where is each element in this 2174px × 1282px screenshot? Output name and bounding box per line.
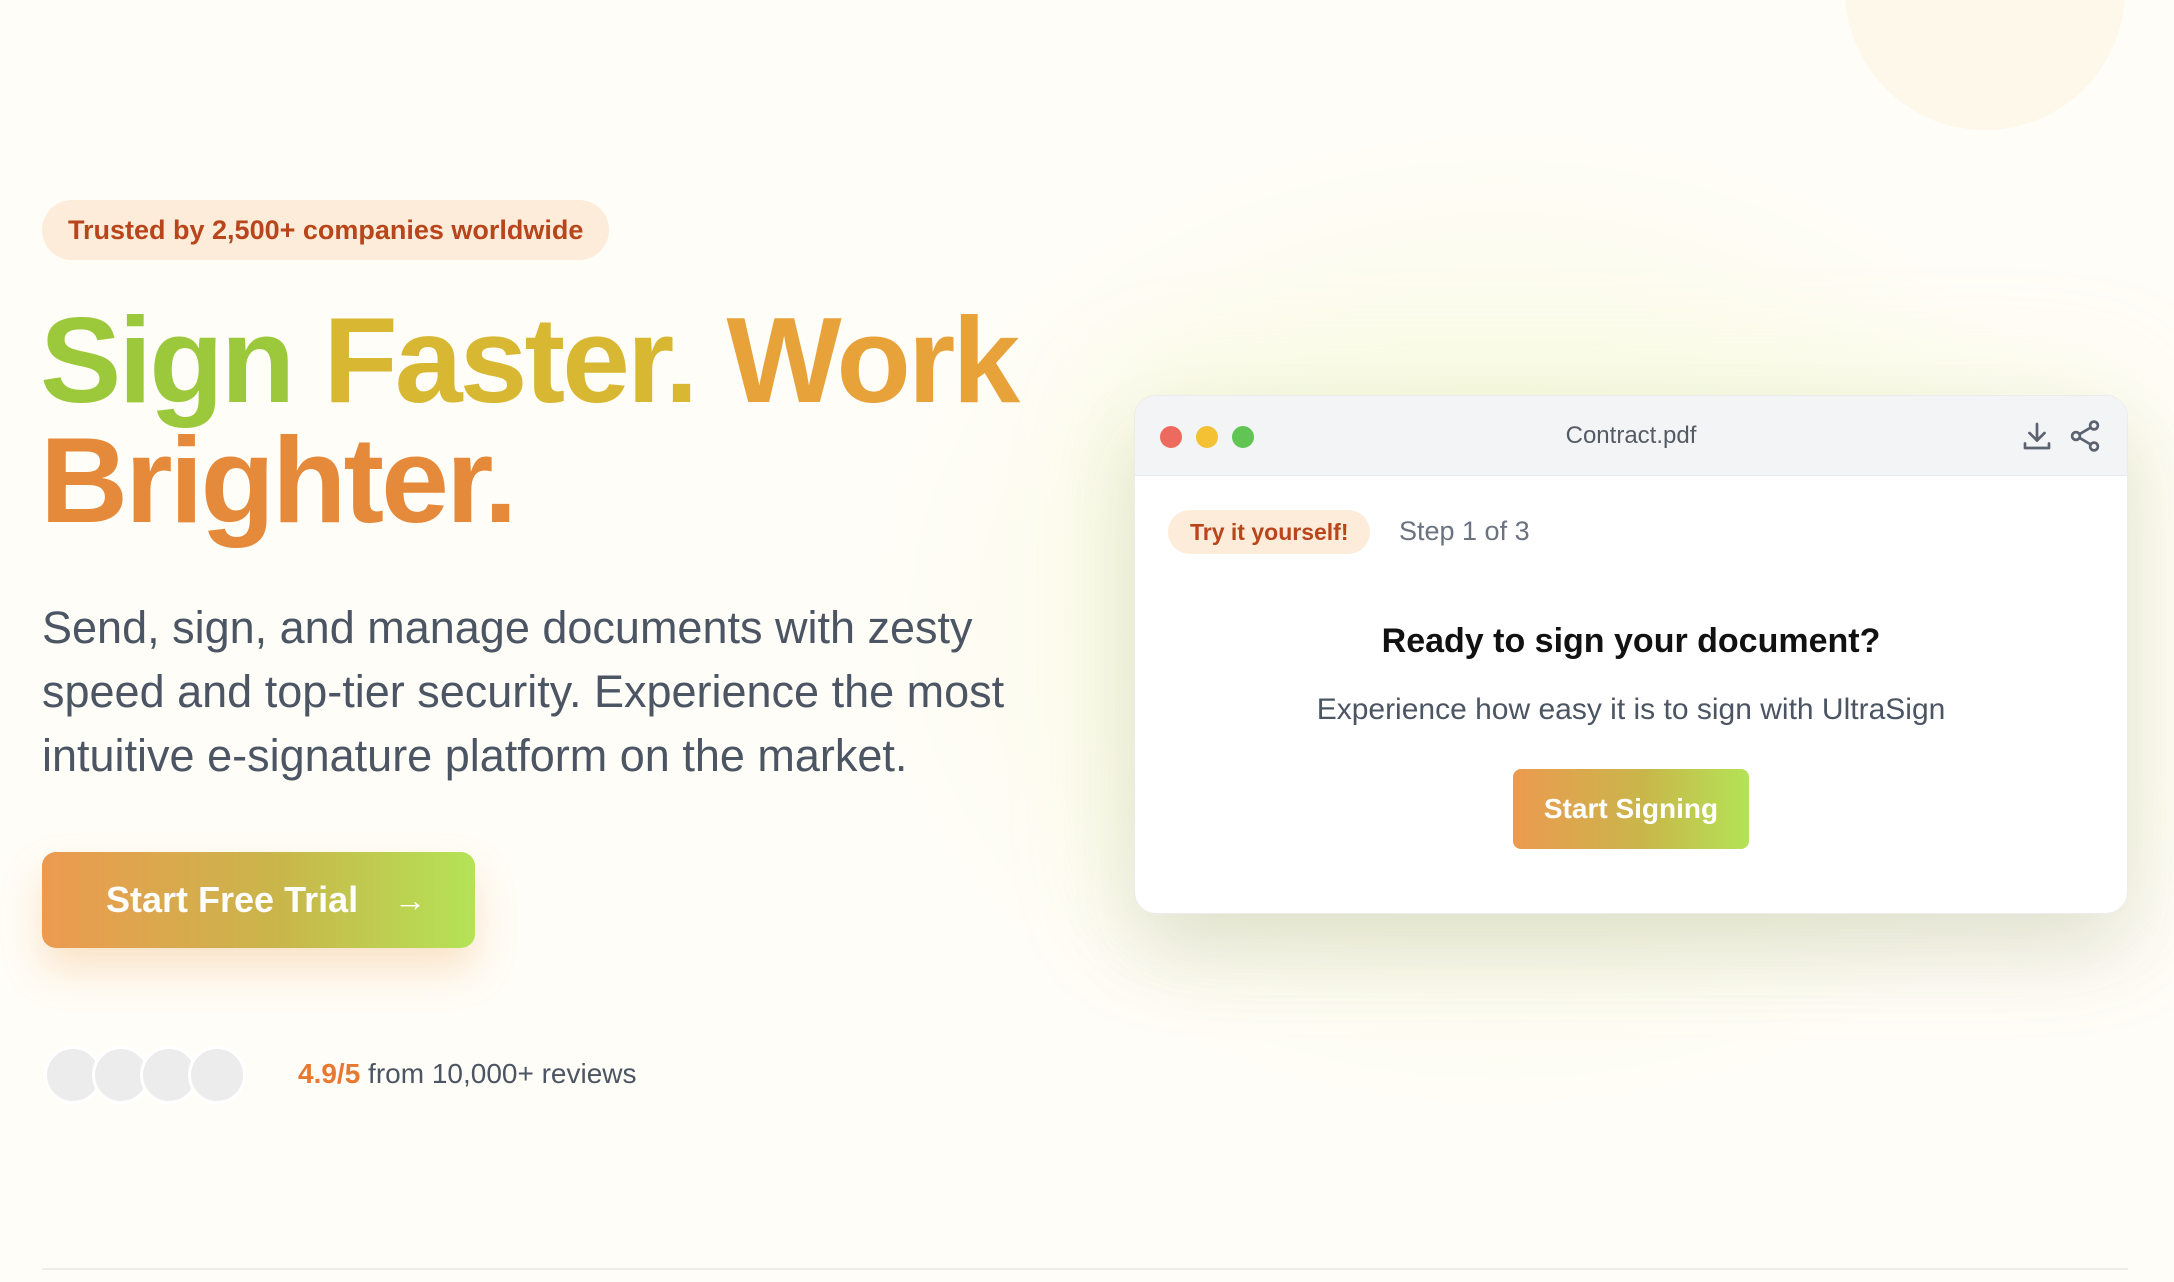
decorative-circle [1845, 0, 2125, 130]
download-icon[interactable] [2019, 418, 2055, 454]
window-title: Contract.pdf [1565, 422, 1697, 449]
headline-word-faster: Faster. [323, 292, 727, 428]
hero-subtitle: Send, sign, and manage documents with ze… [42, 602, 1005, 781]
hero-headline: Sign Faster. Work Brighter. [40, 299, 1080, 541]
headline-word-work: Work [726, 292, 1020, 428]
try-it-yourself-badge: Try it yourself! [1168, 510, 1371, 554]
window-title-bar: Contract.pdf [1135, 396, 2127, 476]
window-heading: Ready to sign your document? [1381, 622, 1881, 660]
step-indicator: Step 1 of 3 [1399, 516, 1530, 546]
section-divider [42, 1268, 2128, 1270]
window-description: Experience how easy it is to sign with U… [1316, 693, 1946, 726]
arrow-right-icon: → [394, 881, 427, 918]
cta-label: Start Free Trial [106, 879, 359, 920]
reviewer-avatars [44, 1046, 254, 1104]
rating-text: from 10,000+ reviews [360, 1058, 637, 1089]
headline-word-brighter: Brighter. [40, 412, 518, 548]
start-signing-button[interactable]: Start Signing [1513, 769, 1749, 849]
demo-window: Contract.pdf Try it yourself! Step 1 of … [1134, 395, 2128, 914]
avatar [188, 1046, 246, 1104]
rating-summary: 4.9/5 from 10,000+ reviews [298, 1058, 637, 1090]
headline-word-sign: Sign [40, 292, 324, 428]
share-icon[interactable] [2067, 418, 2103, 454]
rating-score: 4.9/5 [298, 1058, 361, 1089]
landing-page: Trusted by 2,500+ companies worldwide Si… [0, 0, 2174, 1282]
start-free-trial-button[interactable]: Start Free Trial → [42, 852, 475, 948]
trusted-badge: Trusted by 2,500+ companies worldwide [42, 200, 610, 260]
